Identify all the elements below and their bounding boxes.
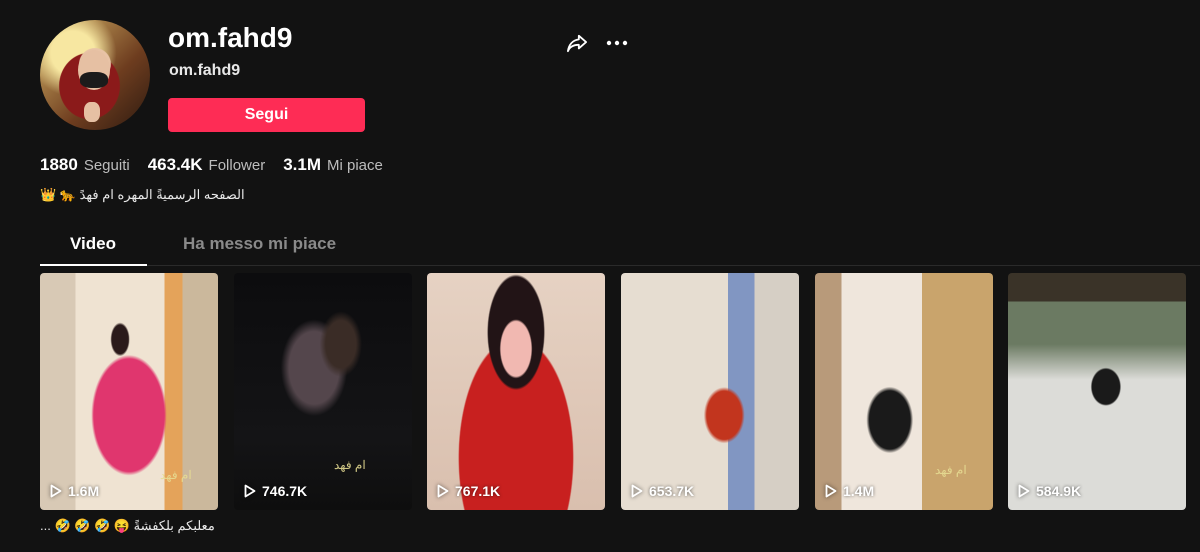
- stat-value: 3.1M: [283, 155, 322, 174]
- view-count: 746.7K: [244, 483, 307, 499]
- tab-underline: [40, 264, 147, 266]
- view-count-value: 1.4M: [843, 483, 875, 499]
- video-card[interactable]: 653.7K: [621, 273, 799, 510]
- view-count: 767.1K: [437, 483, 500, 499]
- profile-page: om.fahd9 om.fahd9 Segui 1880 Seguiti 463…: [0, 0, 1200, 552]
- stat-followers[interactable]: 463.4K Follower: [148, 155, 266, 175]
- play-icon: [631, 484, 643, 498]
- stat-likes: 3.1M Mi piace: [283, 155, 383, 175]
- view-count-value: 1.6M: [68, 483, 100, 499]
- view-count: 1.6M: [50, 483, 99, 499]
- video-overlay-text: ام فهد: [334, 458, 366, 472]
- view-count: 584.9K: [1018, 483, 1081, 499]
- view-count: 1.4M: [825, 483, 874, 499]
- profile-tabs: Video Ha messo mi piace: [40, 226, 1200, 266]
- play-icon: [244, 484, 256, 498]
- username: om.fahd9: [168, 22, 293, 53]
- video-card[interactable]: 584.9K: [1008, 273, 1186, 510]
- nickname: om.fahd9: [169, 62, 241, 79]
- video-card[interactable]: ام فهد 746.7K: [234, 273, 412, 510]
- video-card[interactable]: ام فهد 1.4M: [815, 273, 993, 510]
- play-icon: [50, 484, 62, 498]
- video-caption[interactable]: معلبكم بلكفشةً 😝 🤣 🤣 🤣 ...: [40, 518, 215, 534]
- tab-video[interactable]: Video: [70, 234, 116, 254]
- video-overlay-text: ام فهد: [935, 463, 967, 477]
- share-icon[interactable]: [564, 30, 590, 56]
- stat-value: 1880: [40, 155, 78, 174]
- video-card[interactable]: ام فهد 1.6M: [40, 273, 218, 510]
- play-icon: [1018, 484, 1030, 498]
- stats-row: 1880 Seguiti 463.4K Follower 3.1M Mi pia…: [40, 155, 383, 175]
- stat-label: Seguiti: [83, 157, 130, 174]
- avatar-mask: [80, 72, 108, 88]
- view-count-value: 746.7K: [262, 483, 308, 499]
- bio: الصفحه الرسميةً المهره ام فهدً 🐆 👑: [40, 187, 245, 202]
- stat-label: Follower: [208, 157, 266, 174]
- play-icon: [437, 484, 449, 498]
- avatar-hand: [84, 102, 100, 122]
- view-count: 653.7K: [631, 483, 694, 499]
- stat-following[interactable]: 1880 Seguiti: [40, 155, 130, 175]
- view-count-value: 584.9K: [1036, 483, 1082, 499]
- avatar[interactable]: [40, 20, 150, 130]
- stat-label: Mi piace: [327, 157, 383, 174]
- view-count-value: 653.7K: [649, 483, 695, 499]
- view-count-value: 767.1K: [455, 483, 501, 499]
- video-card[interactable]: 767.1K: [427, 273, 605, 510]
- play-icon: [825, 484, 837, 498]
- follow-button[interactable]: Segui: [168, 98, 365, 132]
- tab-liked[interactable]: Ha messo mi piace: [183, 234, 336, 254]
- more-icon[interactable]: [604, 30, 630, 56]
- video-overlay-text: ام فهد: [160, 468, 192, 482]
- stat-value: 463.4K: [147, 155, 203, 174]
